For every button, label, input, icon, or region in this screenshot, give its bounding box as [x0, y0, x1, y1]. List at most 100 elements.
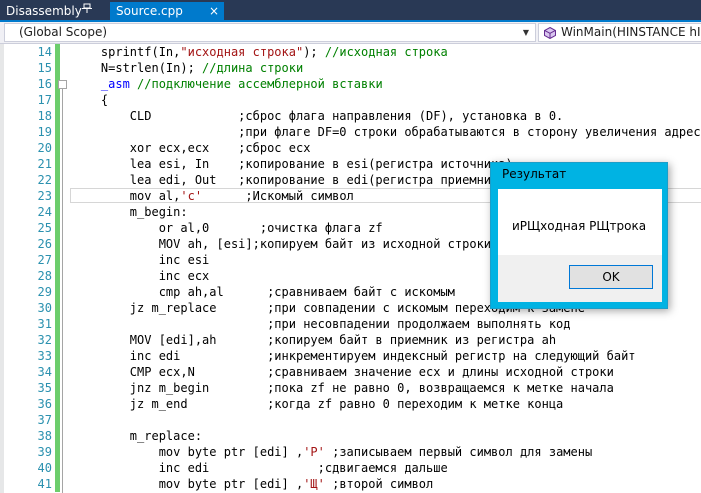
- code-line[interactable]: 14 sprintf(In,"исходная строка"); //исхо…: [0, 44, 701, 60]
- changed-line-marker: [55, 44, 60, 60]
- changed-line-marker: [55, 444, 60, 460]
- code-token: CLD ;сброс флага направления (DF), устан…: [72, 109, 564, 123]
- line-number: 18: [37, 109, 52, 123]
- close-icon[interactable]: ×: [209, 2, 219, 20]
- code-line[interactable]: 39 mov byte ptr [edi] ,'Р' ;записываем п…: [0, 444, 701, 460]
- changed-line-marker: [55, 284, 60, 300]
- tab-disassembly[interactable]: Disassembly: [0, 2, 88, 20]
- code-text: mov byte ptr [edi] ,'Р' ;записываем перв…: [72, 444, 593, 460]
- tab-source-cpp[interactable]: Source.cpp ×: [110, 2, 224, 20]
- changed-line-marker: [55, 60, 60, 76]
- code-line[interactable]: 37: [0, 412, 701, 428]
- code-token: jnz m_begin ;пока zf не равно 0, возвращ…: [72, 381, 614, 395]
- code-text: MOV [edi],ah ;копируем байт в приемник и…: [72, 332, 556, 348]
- code-line[interactable]: 15 N=strlen(In); //длина строки: [0, 60, 701, 76]
- line-number: 28: [37, 269, 52, 283]
- changed-line-marker: [55, 252, 60, 268]
- code-token: inc esi: [72, 253, 210, 267]
- function-icon: [544, 27, 556, 39]
- line-number: 30: [37, 301, 52, 315]
- code-line[interactable]: 17 {: [0, 92, 701, 108]
- line-number: 29: [37, 285, 52, 299]
- code-line[interactable]: 31 ;при несовпадении продолжаем выполнят…: [0, 316, 701, 332]
- code-token: ;при флаге DF=0 строки обрабатываются в …: [72, 125, 701, 139]
- code-line[interactable]: 41 mov byte ptr [edi] ,'Щ' ;второй симво…: [0, 476, 701, 492]
- member-dropdown[interactable]: WinMain(HINSTANCE hIns: [538, 23, 701, 42]
- line-number: 36: [37, 397, 52, 411]
- changed-line-marker: [55, 460, 60, 476]
- changed-line-marker: [55, 236, 60, 252]
- code-text: jz m_end ;когда zf равно 0 переходим к м…: [72, 396, 563, 412]
- line-number: 19: [37, 125, 52, 139]
- code-text: m_begin:: [72, 204, 188, 220]
- line-number: 14: [37, 45, 52, 59]
- code-line[interactable]: 32 MOV [edi],ah ;копируем байт в приемни…: [0, 332, 701, 348]
- code-text: _asm //подключение ассемблерной вставки: [72, 76, 383, 92]
- changed-line-marker: [55, 188, 60, 204]
- code-text: sprintf(In,"исходная строка"); //исходна…: [72, 44, 448, 60]
- code-line[interactable]: 34 CMP ecx,N ;сравниваем значение ecx и …: [0, 364, 701, 380]
- code-line[interactable]: 36 jz m_end ;когда zf равно 0 переходим …: [0, 396, 701, 412]
- line-number: 35: [37, 381, 52, 395]
- code-line[interactable]: 18 CLD ;сброс флага направления (DF), ус…: [0, 108, 701, 124]
- line-number: 17: [37, 93, 52, 107]
- changed-line-marker: [55, 428, 60, 444]
- changed-line-marker: [55, 364, 60, 380]
- collapse-toggle-icon[interactable]: [58, 80, 67, 89]
- code-text: CMP ecx,N ;сравниваем значение ecx и дли…: [72, 364, 614, 380]
- line-number: 32: [37, 333, 52, 347]
- code-text: CLD ;сброс флага направления (DF), устан…: [72, 108, 563, 124]
- code-line[interactable]: 33 inc edi ;инкрементируем индексный рег…: [0, 348, 701, 364]
- code-text: m_replace:: [72, 428, 202, 444]
- code-line[interactable]: 20 xor ecx,ecx ;сброс ecx: [0, 140, 701, 156]
- code-token: );: [303, 45, 325, 59]
- changed-line-marker: [55, 204, 60, 220]
- scope-dropdown[interactable]: (Global Scope) ▼: [4, 23, 536, 42]
- code-text: N=strlen(In); //длина строки: [72, 60, 303, 76]
- code-text: inc edi ;инкрементируем индексный регист…: [72, 348, 636, 364]
- changed-line-marker: [55, 348, 60, 364]
- line-number: 21: [37, 157, 52, 171]
- chevron-down-icon[interactable]: ▼: [523, 24, 529, 41]
- dialog-message: иРЩходная РЩтрока: [512, 219, 647, 233]
- changed-line-marker: [55, 92, 60, 108]
- code-token: mov byte ptr [edi] ,: [72, 477, 304, 491]
- code-token: {: [72, 93, 109, 107]
- code-token: CMP ecx,N ;сравниваем значение ecx и дли…: [72, 365, 614, 379]
- line-number: 39: [37, 445, 52, 459]
- code-line[interactable]: 40 inc edi ;сдвигаемся дальше: [0, 460, 701, 476]
- changed-line-marker: [55, 300, 60, 316]
- code-string: 'c': [180, 189, 203, 203]
- line-number: 33: [37, 349, 52, 363]
- code-token: ;второй символ: [324, 477, 434, 491]
- tab-label: Source.cpp: [116, 4, 183, 18]
- code-text: inc edi ;сдвигаемся дальше: [72, 460, 448, 476]
- line-number: 26: [37, 237, 52, 251]
- code-line[interactable]: 35 jnz m_begin ;пока zf не равно 0, возв…: [0, 380, 701, 396]
- line-number: 37: [37, 413, 52, 427]
- code-text: {: [72, 92, 108, 108]
- changed-line-marker: [55, 156, 60, 172]
- tab-label: Disassembly: [6, 4, 82, 18]
- ok-button[interactable]: OK: [569, 265, 653, 289]
- code-token: inc edi ;сдвигаемся дальше: [72, 461, 448, 475]
- line-number: 24: [37, 205, 52, 219]
- changed-line-marker: [55, 412, 60, 428]
- changed-line-marker: [55, 140, 60, 156]
- code-line[interactable]: 19 ;при флаге DF=0 строки обрабатываются…: [0, 124, 701, 140]
- code-token: m_begin:: [72, 205, 188, 219]
- code-line[interactable]: 38 m_replace:: [0, 428, 701, 444]
- code-comment: //подключение ассемблерной вставки: [137, 77, 383, 91]
- result-dialog: Результат иРЩходная РЩтрока OK: [490, 162, 668, 309]
- code-token: mov al,: [72, 189, 181, 203]
- code-string: "исходная строка": [180, 45, 304, 59]
- code-line[interactable]: 16 _asm //подключение ассемблерной встав…: [0, 76, 701, 92]
- code-string: 'Р': [303, 445, 325, 459]
- code-token: sprintf(In,: [72, 45, 181, 59]
- dialog-footer: OK: [498, 255, 662, 302]
- code-token: or al,0 ;очистка флага zf: [72, 221, 383, 235]
- code-text: inc ecx: [72, 268, 210, 284]
- code-token: m_replace:: [72, 429, 203, 443]
- code-text: mov byte ptr [edi] ,'Щ' ;второй символ: [72, 476, 434, 492]
- pin-icon[interactable]: [82, 3, 92, 13]
